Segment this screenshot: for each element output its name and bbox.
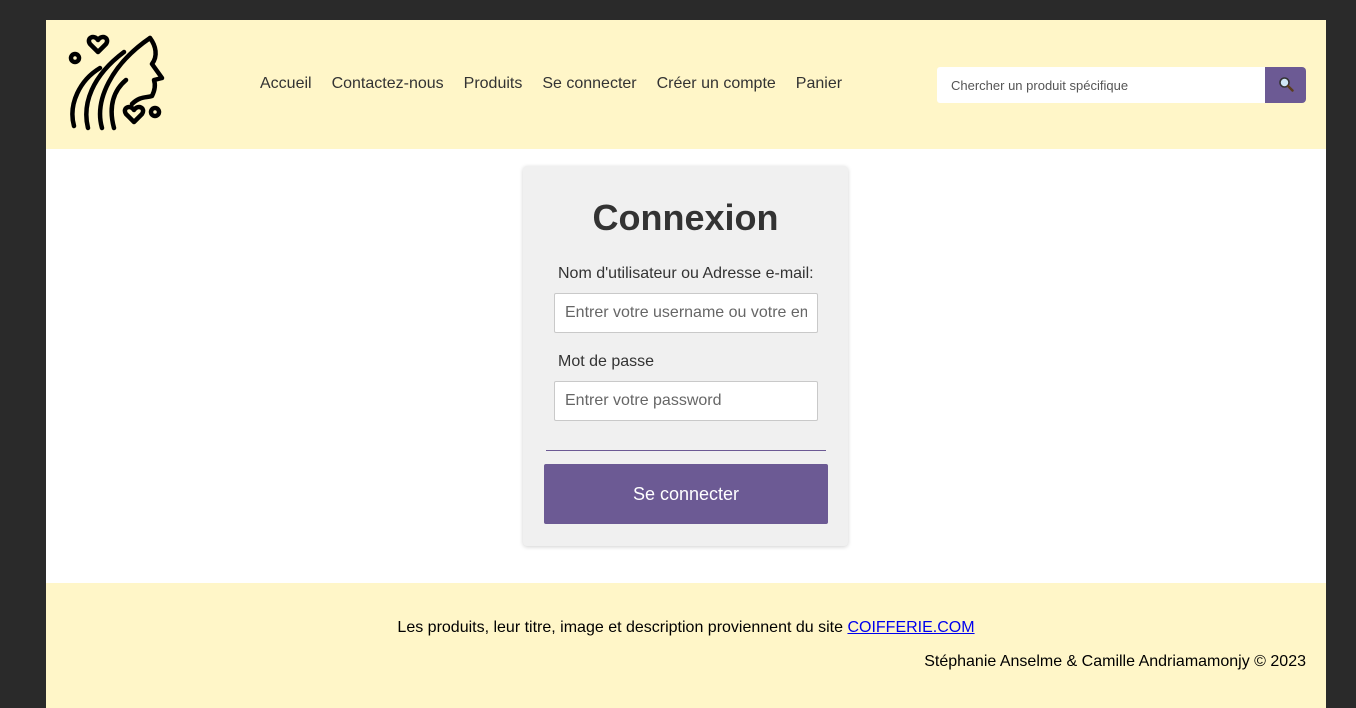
nav-link-accueil[interactable]: Accueil (260, 75, 312, 93)
search-form (937, 67, 1306, 103)
main-nav: Accueil Contactez-nous Produits Se conne… (260, 75, 862, 93)
login-card: Connexion Nom d'utilisateur ou Adresse e… (523, 166, 848, 546)
logo-icon[interactable] (66, 34, 166, 134)
password-field[interactable] (554, 381, 818, 421)
login-submit-button[interactable]: Se connecter (544, 464, 828, 524)
password-label: Mot de passe (558, 353, 655, 370)
search-icon (1278, 76, 1294, 95)
page: Accueil Contactez-nous Produits Se conne… (46, 20, 1326, 708)
site-header: Accueil Contactez-nous Produits Se conne… (46, 20, 1326, 149)
login-title: Connexion (592, 197, 779, 238)
search-button[interactable] (1265, 67, 1306, 103)
username-label: Nom d'utilisateur ou Adresse e-mail: (558, 265, 814, 282)
coifferie-link[interactable]: COIFFERIE.COM (847, 619, 974, 636)
nav-link-login[interactable]: Se connecter (542, 75, 636, 93)
divider (546, 450, 826, 451)
nav-link-contact[interactable]: Contactez-nous (332, 75, 444, 93)
search-input[interactable] (937, 67, 1265, 103)
footer-copyright: Stéphanie Anselme & Camille Andriamamonj… (924, 653, 1306, 670)
nav-link-produits[interactable]: Produits (464, 75, 523, 93)
footer-credit: Les produits, leur titre, image et descr… (46, 619, 1326, 637)
nav-link-register[interactable]: Créer un compte (657, 75, 776, 93)
username-field[interactable] (554, 293, 818, 333)
nav-link-cart[interactable]: Panier (796, 75, 842, 93)
site-footer: Les produits, leur titre, image et descr… (46, 583, 1326, 708)
footer-credit-text: Les produits, leur titre, image et descr… (397, 619, 848, 636)
